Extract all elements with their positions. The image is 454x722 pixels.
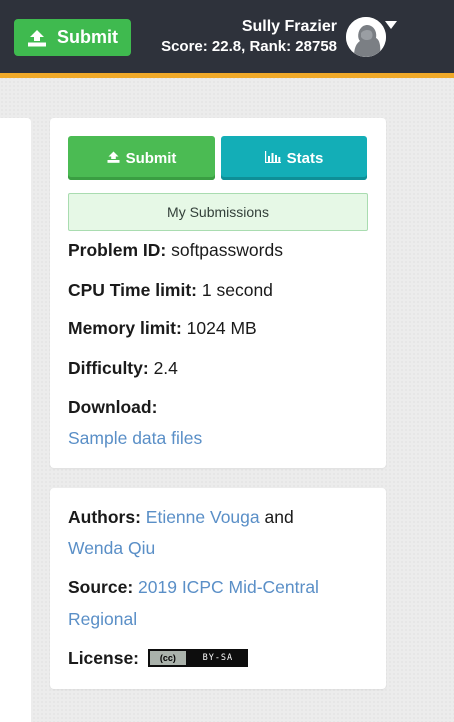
- author-link-1[interactable]: Etienne Vouga: [146, 507, 260, 527]
- source-label: Source:: [68, 577, 134, 597]
- stats-button-label: Stats: [286, 149, 324, 167]
- download-label: Download:: [68, 397, 158, 417]
- memory-limit-value: 1024 MB: [186, 318, 257, 338]
- memory-limit-row: Memory limit: 1024 MB: [68, 318, 257, 339]
- submit-button[interactable]: Submit: [68, 136, 215, 180]
- cpu-time-value: 1 second: [201, 280, 273, 300]
- source-row: Source: 2019 ICPC Mid-Central: [68, 577, 319, 598]
- user-name[interactable]: Sully Frazier: [161, 17, 337, 37]
- cc-logo-icon: (cc): [149, 650, 186, 665]
- problem-sidebar-card: Submit Stats My Submissions Problem ID: …: [50, 118, 386, 468]
- difficulty-label: Difficulty:: [68, 358, 149, 378]
- cc-by-sa-badge[interactable]: (cc) BY-SA: [147, 648, 248, 667]
- caret-down-icon[interactable]: [385, 21, 397, 29]
- download-link-row: Sample data files: [68, 428, 202, 449]
- cpu-time-row: CPU Time limit: 1 second: [68, 280, 273, 301]
- author-link-2[interactable]: Wenda Qiu: [68, 538, 155, 558]
- license-row: License: (cc) BY-SA: [68, 648, 248, 669]
- license-label: License:: [68, 648, 139, 668]
- authors-row: Authors: Etienne Vouga and: [68, 507, 294, 528]
- my-submissions-button[interactable]: My Submissions: [68, 193, 368, 231]
- problem-statement-card: [0, 118, 31, 722]
- problem-id-value: softpasswords: [171, 240, 283, 260]
- authors-row-2: Wenda Qiu: [68, 538, 155, 559]
- cc-license-text: BY-SA: [202, 652, 234, 663]
- bar-chart-icon: [264, 150, 281, 167]
- avatar[interactable]: [346, 17, 386, 57]
- action-buttons: Submit Stats: [68, 136, 368, 180]
- difficulty-value: 2.4: [153, 358, 178, 378]
- sample-data-link[interactable]: Sample data files: [68, 428, 202, 448]
- user-info[interactable]: Sully Frazier Score: 22.8, Rank: 28758: [161, 17, 337, 57]
- cpu-time-label: CPU Time limit:: [68, 280, 198, 300]
- difficulty-row: Difficulty: 2.4: [68, 358, 178, 379]
- user-score-rank: Score: 22.8, Rank: 28758: [161, 38, 337, 55]
- authors-join: and: [264, 507, 294, 527]
- submit-button-label: Submit: [125, 149, 177, 167]
- problem-metadata-card: Authors: Etienne Vouga and Wenda Qiu Sou…: [50, 488, 386, 689]
- problem-id-row: Problem ID: softpasswords: [68, 240, 283, 261]
- header-submit-button[interactable]: Submit: [14, 19, 131, 56]
- source-row-2: Regional: [68, 609, 137, 630]
- download-row: Download:: [68, 397, 157, 418]
- upload-icon: [27, 29, 47, 47]
- memory-limit-label: Memory limit:: [68, 318, 182, 338]
- problem-id-label: Problem ID:: [68, 240, 167, 260]
- authors-label: Authors:: [68, 507, 141, 527]
- top-navbar: Submit Sully Frazier Score: 22.8, Rank: …: [0, 0, 454, 78]
- source-link[interactable]: 2019 ICPC Mid-Central: [138, 577, 319, 597]
- stats-button[interactable]: Stats: [221, 136, 367, 180]
- header-submit-label: Submit: [57, 27, 118, 47]
- upload-icon: [107, 150, 120, 167]
- source-link-cont[interactable]: Regional: [68, 609, 137, 629]
